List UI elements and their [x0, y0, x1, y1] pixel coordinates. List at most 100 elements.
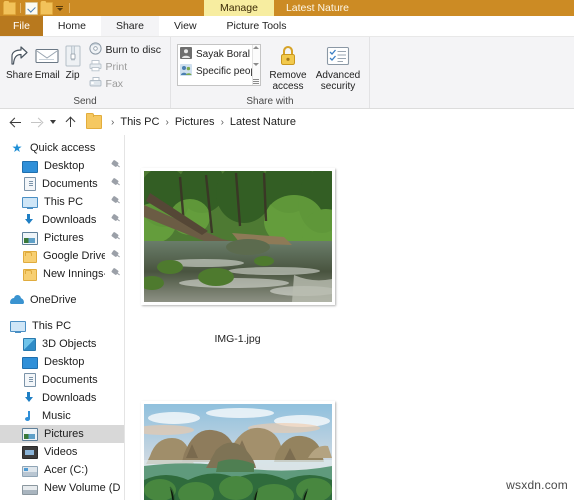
advanced-security-button[interactable]: Advanced security: [316, 41, 360, 92]
videos-icon: [22, 446, 38, 459]
sidebar-item-google-drive[interactable]: Google Drive: [0, 247, 124, 265]
thumbnail-img-1[interactable]: [140, 167, 335, 305]
remove-access-label-line2: access: [272, 81, 304, 92]
sidebar-item-acer-c[interactable]: Acer (C:): [0, 461, 124, 479]
pin-icon[interactable]: [111, 269, 120, 279]
sidebar-section-this-pc-label: This PC: [32, 320, 72, 332]
sidebar-section-this-pc[interactable]: This PC: [0, 317, 124, 335]
desktop-icon: [22, 160, 38, 173]
breadcrumb-separator-2: ›: [220, 116, 224, 128]
tab-strip-filler: [301, 16, 574, 36]
sidebar-item-google-drive-label: Google Drive: [43, 250, 105, 262]
sidebar-item-desktop[interactable]: Desktop: [0, 353, 124, 371]
more-options-icon[interactable]: [253, 79, 260, 84]
fax-button[interactable]: Fax: [86, 76, 164, 92]
zip-folder-icon: [64, 43, 82, 69]
burn-to-disc-button[interactable]: Burn to disc: [86, 42, 164, 58]
contextual-tab-group-manage: Manage: [204, 0, 274, 16]
up-button[interactable]: [60, 111, 80, 133]
sidebar-item-downloads-qa-label: Downloads: [42, 214, 97, 226]
file-name-label: IMG-1.jpg: [214, 333, 261, 345]
pin-icon[interactable]: [111, 251, 120, 261]
share-with-scrollbar[interactable]: [251, 45, 260, 85]
scroll-down-icon[interactable]: [253, 62, 260, 66]
zip-button[interactable]: Zip: [62, 41, 84, 81]
pin-icon[interactable]: [111, 197, 120, 207]
sidebar-item-downloads-qa[interactable]: Downloads: [0, 211, 124, 229]
pin-icon[interactable]: [111, 179, 120, 189]
sidebar-item-3d-objects[interactable]: 3D Objects: [0, 335, 124, 353]
sidebar-item-documents-label: Documents: [42, 374, 98, 386]
pin-icon[interactable]: [111, 215, 120, 225]
fax-label: Fax: [105, 78, 124, 90]
share-with-listbox[interactable]: Sayak Boral Specific peo: [177, 44, 261, 86]
back-button[interactable]: [6, 111, 26, 133]
send-small-buttons: Burn to disc Print Fax: [86, 41, 164, 92]
file-item[interactable]: IMG-1.jpg: [125, 141, 350, 361]
sidebar-item-pictures[interactable]: Pictures: [0, 425, 124, 443]
pictures-icon: [22, 428, 38, 441]
recent-locations-button[interactable]: [46, 111, 60, 133]
sidebar-section-onedrive[interactable]: OneDrive: [0, 291, 124, 309]
tab-home[interactable]: Home: [42, 16, 101, 36]
burn-to-disc-label: Burn to disc: [105, 44, 161, 56]
downloads-icon: [22, 391, 36, 405]
sidebar-item-pictures-qa[interactable]: Pictures: [0, 229, 124, 247]
tab-share[interactable]: Share: [100, 16, 159, 36]
breadcrumb[interactable]: › This PC › Pictures › Latest Nature: [86, 112, 298, 132]
share-button[interactable]: Share: [6, 41, 33, 81]
sidebar-item-documents-qa[interactable]: Documents: [0, 175, 124, 193]
thumbnail-container: [125, 141, 350, 331]
pin-icon[interactable]: [111, 233, 120, 243]
padlock-icon: [278, 43, 298, 69]
new-folder-icon[interactable]: [40, 0, 53, 15]
sidebar-item-videos-label: Videos: [44, 446, 78, 458]
sidebar-item-documents[interactable]: Documents: [0, 371, 124, 389]
ribbon-empty-area: [369, 37, 574, 108]
properties-icon[interactable]: [25, 1, 38, 15]
hard-drive-icon: [22, 465, 38, 477]
sidebar-item-pictures-qa-label: Pictures: [44, 232, 84, 244]
forward-button[interactable]: [26, 111, 46, 133]
tab-picture-tools[interactable]: Picture Tools: [211, 16, 302, 36]
folder-icon[interactable]: [3, 0, 16, 15]
breadcrumb-separator-0: ›: [111, 116, 115, 128]
sidebar-section-quick-access[interactable]: ★ Quick access: [0, 139, 124, 157]
file-list-view[interactable]: IMG-1.jpg wsxdn.com: [125, 135, 574, 500]
remove-access-button[interactable]: Remove access: [267, 41, 309, 92]
email-button[interactable]: Email: [35, 41, 60, 81]
advanced-security-label-line2: security: [320, 81, 356, 92]
3d-objects-icon: [23, 338, 36, 351]
sidebar-item-new-volume-d[interactable]: New Volume (D:): [0, 479, 124, 497]
quick-access-toolbar: [0, 0, 72, 16]
share-with-item-user[interactable]: Sayak Boral: [180, 47, 252, 62]
sidebar-item-desktop-qa[interactable]: Desktop: [0, 157, 124, 175]
documents-icon: [24, 373, 36, 387]
share-with-item-specific-people[interactable]: Specific people...: [180, 64, 252, 79]
thumbnail-img-2[interactable]: [140, 400, 335, 500]
tab-view[interactable]: View: [158, 16, 212, 36]
pin-icon[interactable]: [111, 161, 120, 171]
sidebar-item-videos[interactable]: Videos: [0, 443, 124, 461]
hard-drive-icon: [22, 484, 38, 495]
breadcrumb-item-latest-nature[interactable]: Latest Nature: [228, 116, 298, 128]
this-pc-icon: [22, 197, 38, 209]
customize-qat-caret-icon[interactable]: [55, 3, 65, 14]
sidebar-item-downloads[interactable]: Downloads: [0, 389, 124, 407]
share-with-specific-people-label: Specific people...: [196, 66, 252, 77]
breadcrumb-item-this-pc[interactable]: This PC: [118, 116, 161, 128]
qat-separator-2: [69, 3, 70, 13]
sidebar-item-music[interactable]: Music: [0, 407, 124, 425]
tab-file[interactable]: File: [0, 16, 43, 36]
scroll-up-icon[interactable]: [253, 46, 260, 49]
remove-access-label-line1: Remove: [269, 70, 307, 81]
mogote-valley-image: [143, 403, 332, 500]
sidebar-section-onedrive-label: OneDrive: [30, 294, 77, 306]
sidebar-section-quick-access-label: Quick access: [30, 142, 96, 154]
breadcrumb-item-pictures[interactable]: Pictures: [173, 116, 217, 128]
print-button[interactable]: Print: [86, 59, 164, 75]
sidebar-item-acer-c-label: Acer (C:): [44, 464, 88, 476]
sidebar-item-new-innings-feb[interactable]: New Innings-Feb: [0, 265, 124, 283]
file-item[interactable]: IMG-2.jpg: [125, 361, 350, 500]
sidebar-item-this-pc-qa[interactable]: This PC: [0, 193, 124, 211]
